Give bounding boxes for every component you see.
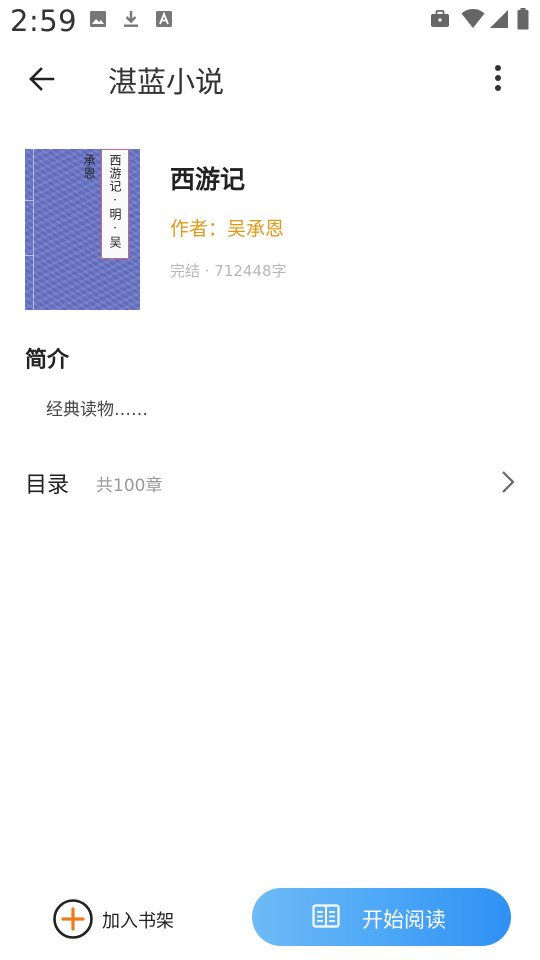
- intro-heading: 简介: [25, 348, 70, 373]
- add-to-shelf-label: 加入书架: [102, 911, 174, 932]
- arrow-left-icon: [29, 67, 55, 91]
- book-meta: 完结 · 712448字: [170, 262, 287, 280]
- toc-label: 目录: [25, 473, 70, 498]
- status-bar: 2:59: [0, 0, 540, 44]
- cover-stitch: [25, 200, 34, 201]
- book-title: 西游记: [170, 165, 246, 194]
- book-cover[interactable]: 西游记·明·吴承恩: [25, 149, 140, 310]
- battery-icon: [517, 8, 529, 30]
- briefcase-icon: [431, 10, 449, 27]
- back-button[interactable]: [22, 60, 62, 100]
- start-reading-label: 开始阅读: [362, 908, 446, 932]
- toc-chapter-count: 共100章: [96, 476, 163, 496]
- app-title: 湛蓝小说: [108, 65, 225, 99]
- download-icon: [124, 11, 138, 27]
- more-vertical-icon: [495, 65, 501, 91]
- table-of-contents-row[interactable]: 目录 共100章: [0, 448, 540, 514]
- image-icon: [90, 11, 106, 27]
- cover-label-text: 西游记·明·吴承恩: [82, 154, 122, 249]
- more-options-button[interactable]: [480, 60, 516, 100]
- intro-text: 经典读物……: [46, 400, 148, 420]
- signal-icon: [490, 10, 508, 28]
- cover-spine: [33, 149, 34, 310]
- book-author[interactable]: 作者：吴承恩: [170, 214, 284, 241]
- status-time: 2:59: [10, 4, 78, 38]
- cover-title-label: 西游记·明·吴承恩: [82, 149, 129, 259]
- start-reading-button[interactable]: 开始阅读: [252, 888, 511, 946]
- text-a-icon: [156, 11, 172, 27]
- book-open-icon: [312, 904, 340, 928]
- wifi-icon: [461, 9, 485, 28]
- cover-stitch: [25, 255, 34, 256]
- add-to-shelf-button[interactable]: 加入书架: [52, 897, 192, 941]
- chevron-right-icon: [502, 471, 515, 493]
- app-bar: 湛蓝小说: [0, 44, 540, 114]
- add-circle-icon: [53, 899, 93, 939]
